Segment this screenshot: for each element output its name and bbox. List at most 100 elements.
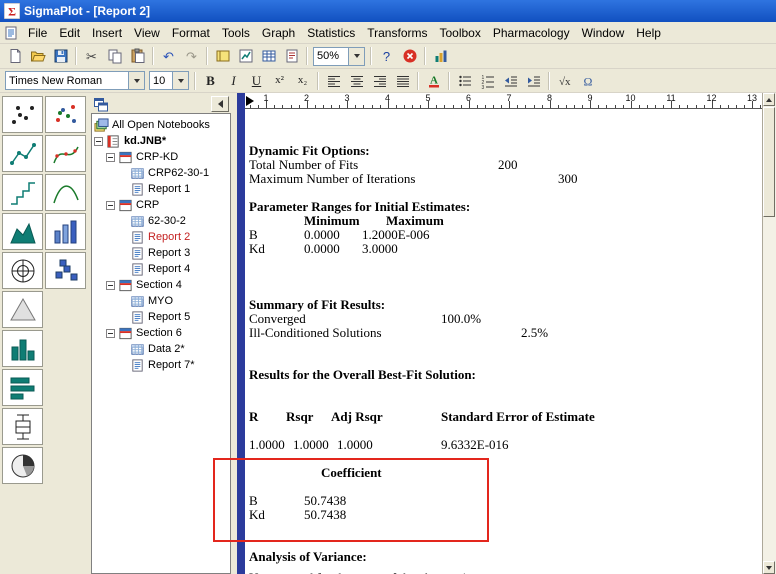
palette-box-plot-cell[interactable]	[2, 408, 43, 445]
subscript-button[interactable]: x₂	[291, 70, 314, 91]
underline-button[interactable]: U	[245, 70, 268, 91]
menu-transforms[interactable]: Transforms	[361, 24, 433, 42]
increase-indent-button[interactable]	[522, 70, 545, 91]
new-graph-page-button[interactable]	[234, 46, 257, 67]
new-button[interactable]	[3, 46, 26, 67]
undo-button[interactable]: ↶	[157, 46, 180, 67]
menu-help[interactable]: Help	[630, 24, 667, 42]
palette-line-scatter-cell[interactable]	[2, 135, 43, 172]
bullet-list-button[interactable]	[453, 70, 476, 91]
equation-button[interactable]: √x	[553, 70, 576, 91]
tree-item-all-open-notebooks[interactable]: All Open Notebooks	[92, 117, 230, 133]
menu-file[interactable]: File	[22, 24, 53, 42]
tree-expander-icon[interactable]	[106, 152, 115, 162]
bold-button[interactable]: B	[199, 70, 222, 91]
align-left-button[interactable]	[322, 70, 345, 91]
menu-view[interactable]: View	[128, 24, 166, 42]
palette-nonlinear-curve-cell[interactable]	[45, 174, 86, 211]
graph-wizard-button[interactable]	[429, 46, 452, 67]
tree-expander-icon[interactable]	[94, 136, 103, 146]
tree-item-myo[interactable]: MYO	[92, 293, 230, 309]
zoom-combo[interactable]: 50%	[313, 46, 365, 66]
numbered-list-button[interactable]: 123	[476, 70, 499, 91]
font-name-combo[interactable]: Times New Roman	[5, 71, 145, 90]
font-size-combo-dropdown[interactable]	[172, 72, 188, 89]
tree-item-report-4[interactable]: Report 4	[92, 261, 230, 277]
tree-item-report-7[interactable]: Report 7*	[92, 357, 230, 373]
palette-scatter-3d-cell[interactable]	[45, 252, 86, 289]
palette-pie-chart-cell[interactable]	[2, 447, 43, 484]
help-button[interactable]: ?	[375, 46, 398, 67]
menu-tools[interactable]: Tools	[216, 24, 256, 42]
tree-item-kd-jnb[interactable]: kd.JNB*	[92, 133, 230, 149]
new-worksheet-button[interactable]	[257, 46, 280, 67]
menu-insert[interactable]: Insert	[86, 24, 128, 42]
new-report-button[interactable]	[280, 46, 303, 67]
align-right-button[interactable]	[368, 70, 391, 91]
tree-item-data-2[interactable]: Data 2*	[92, 341, 230, 357]
font-size-combo[interactable]: 10	[149, 71, 189, 90]
new-notebook-button[interactable]	[211, 46, 234, 67]
tree-item-report-2[interactable]: Report 2	[92, 229, 230, 245]
report-window-icon[interactable]	[3, 25, 19, 41]
tree-expander-icon[interactable]	[106, 280, 115, 290]
paste-button[interactable]	[126, 46, 149, 67]
save-button[interactable]	[49, 46, 72, 67]
italic-button[interactable]: I	[222, 70, 245, 91]
report-text: Results for the Overall Best-Fit Solutio…	[249, 367, 476, 382]
palette-vertical-bar-cell[interactable]	[2, 330, 43, 367]
scroll-up-button[interactable]	[763, 93, 775, 106]
cascade-windows-icon[interactable]	[93, 97, 108, 112]
report-blank-line	[249, 382, 762, 396]
palette-grouped-scatter-cell[interactable]	[45, 96, 86, 133]
superscript-button[interactable]: x²	[268, 70, 291, 91]
tree-item-section-6[interactable]: Section 6	[92, 325, 230, 341]
tree-item-crp-kd[interactable]: CRP-KD	[92, 149, 230, 165]
palette-spline-curve-cell[interactable]	[45, 135, 86, 172]
redo-button[interactable]: ↷	[180, 46, 203, 67]
zoom-combo-dropdown[interactable]	[348, 47, 364, 65]
tree-item-report-3[interactable]: Report 3	[92, 245, 230, 261]
tree-item-62-30-2[interactable]: 62-30-2	[92, 213, 230, 229]
tree-item-report-1[interactable]: Report 1	[92, 181, 230, 197]
scrollbar-thumb[interactable]	[763, 107, 775, 217]
palette-step-line-cell[interactable]	[2, 174, 43, 211]
align-justify-button[interactable]	[391, 70, 414, 91]
tree-expander-icon[interactable]	[106, 328, 115, 338]
palette-bar-3d-cell[interactable]	[45, 213, 86, 250]
vertical-scrollbar[interactable]	[762, 93, 776, 574]
tree-item-crp62-30-1[interactable]: CRP62-30-1	[92, 165, 230, 181]
tree-item-label: 62-30-2	[148, 215, 186, 227]
palette-ternary-plot-cell[interactable]	[2, 291, 43, 328]
cut-button[interactable]: ✂	[80, 46, 103, 67]
tree-item-crp[interactable]: CRP	[92, 197, 230, 213]
menu-window[interactable]: Window	[576, 24, 631, 42]
tree-expander-icon[interactable]	[106, 200, 115, 210]
menu-toolbox[interactable]: Toolbox	[433, 24, 486, 42]
menu-pharmacology[interactable]: Pharmacology	[487, 24, 576, 42]
decrease-indent-button[interactable]	[499, 70, 522, 91]
palette-horizontal-bar-cell[interactable]	[2, 369, 43, 406]
font-color-button[interactable]: A	[422, 70, 445, 91]
menu-edit[interactable]: Edit	[53, 24, 86, 42]
palette-scatter-plot-cell[interactable]	[2, 96, 43, 133]
palette-area-plot-cell[interactable]	[2, 213, 43, 250]
collapse-panel-button[interactable]	[211, 96, 229, 112]
tree-item-report-5[interactable]: Report 5	[92, 309, 230, 325]
menu-statistics[interactable]: Statistics	[301, 24, 361, 42]
align-center-button[interactable]	[345, 70, 368, 91]
open-button[interactable]	[26, 46, 49, 67]
menu-format[interactable]: Format	[166, 24, 216, 42]
menu-graph[interactable]: Graph	[256, 24, 301, 42]
palette-polar-plot-cell[interactable]	[2, 252, 43, 289]
copy-button[interactable]	[103, 46, 126, 67]
report-view[interactable]: 1 2 3 4 5 6 7 8 9 10 11 12 13 Dynamic Fit Options: To…	[245, 93, 762, 574]
symbols-button[interactable]: Ω	[576, 70, 599, 91]
scroll-down-button[interactable]	[763, 561, 775, 574]
report-content[interactable]: Dynamic Fit Options: Total Number of Fits…	[245, 108, 762, 574]
font-name-combo-dropdown[interactable]	[128, 72, 144, 89]
stop-button[interactable]	[398, 46, 421, 67]
tree-item-section-4[interactable]: Section 4	[92, 277, 230, 293]
report-splitter[interactable]	[237, 93, 245, 574]
zoom-combo-value: 50%	[317, 50, 340, 62]
